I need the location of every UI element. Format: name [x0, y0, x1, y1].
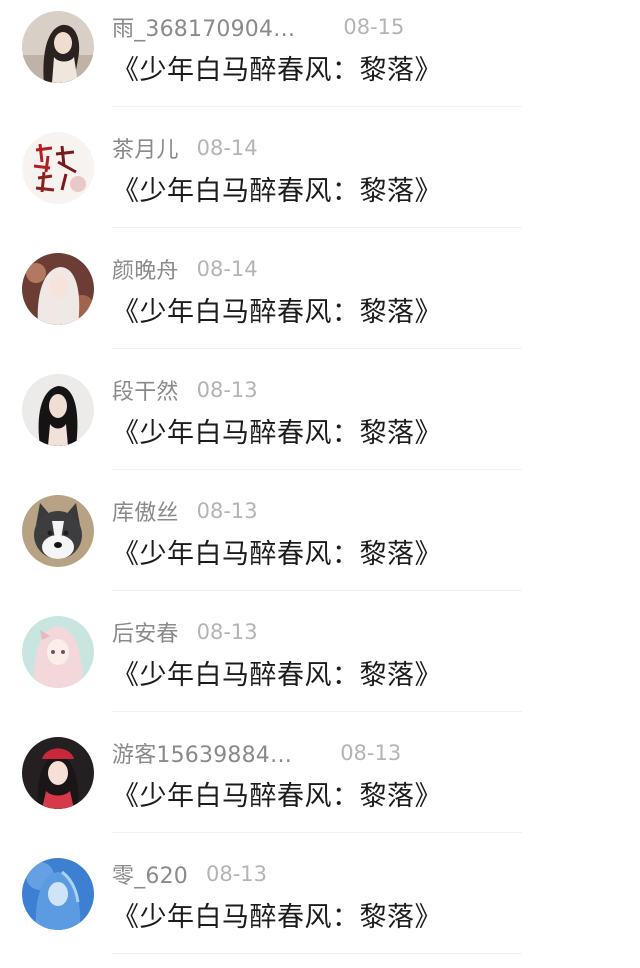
- avatar-girl-long-hair-icon: [22, 374, 94, 446]
- username[interactable]: 雨_368170904…: [112, 11, 295, 43]
- divider: [112, 469, 522, 470]
- avatar-anime-pink-hair-icon: [22, 616, 94, 688]
- username[interactable]: 库傲丝: [112, 495, 179, 527]
- comment-date: 08-14: [196, 257, 258, 281]
- comment-date: 08-15: [343, 15, 405, 39]
- comment-row[interactable]: 零_620 08-13 《少年白马醉春风：黎落》: [0, 847, 640, 968]
- avatar-anime-white-hair-icon: [22, 253, 94, 325]
- divider: [112, 227, 522, 228]
- avatar-husky-dog-icon: [22, 495, 94, 567]
- divider: [112, 953, 522, 954]
- avatar[interactable]: [22, 495, 94, 567]
- divider: [112, 832, 522, 833]
- avatar-girl-dark-hair-icon: [22, 11, 94, 83]
- username[interactable]: 颜晚舟: [112, 253, 179, 285]
- comment-text: 《少年白马醉春风：黎落》: [112, 902, 442, 933]
- comment-row[interactable]: 茶月儿 08-14 《少年白马醉春风：黎落》: [0, 121, 640, 242]
- comment-meta: 后安春 08-13: [112, 617, 258, 647]
- username[interactable]: 段干然: [112, 374, 179, 406]
- divider: [112, 590, 522, 591]
- username[interactable]: 后安春: [112, 616, 179, 648]
- comment-date: 08-13: [196, 499, 258, 523]
- comment-meta: 雨_368170904… 08-15: [112, 12, 404, 42]
- comment-text: 《少年白马醉春风：黎落》: [112, 418, 442, 449]
- avatar[interactable]: [22, 11, 94, 83]
- divider: [112, 106, 522, 107]
- avatar-blue-fantasy-icon: [22, 858, 94, 930]
- comment-row[interactable]: 后安春 08-13 《少年白马醉春风：黎落》: [0, 605, 640, 726]
- username[interactable]: 茶月儿: [112, 132, 179, 164]
- comment-meta: 颜晚舟 08-14: [112, 254, 258, 284]
- divider: [112, 711, 522, 712]
- avatar[interactable]: [22, 253, 94, 325]
- avatar-girl-red-hat-icon: [22, 737, 94, 809]
- divider: [112, 348, 522, 349]
- comment-date: 08-13: [196, 620, 258, 644]
- comment-meta: 段干然 08-13: [112, 375, 258, 405]
- comment-row[interactable]: 颜晚舟 08-14 《少年白马醉春风：黎落》: [0, 242, 640, 363]
- comment-meta: 游客15639884… 08-13: [112, 738, 401, 768]
- comment-date: 08-14: [196, 136, 258, 160]
- comment-row[interactable]: 雨_368170904… 08-15 《少年白马醉春风：黎落》: [0, 0, 640, 121]
- comment-text: 《少年白马醉春风：黎落》: [112, 176, 442, 207]
- comment-row[interactable]: 游客15639884… 08-13 《少年白马醉春风：黎落》: [0, 726, 640, 847]
- avatar[interactable]: [22, 737, 94, 809]
- avatar[interactable]: [22, 616, 94, 688]
- comment-row[interactable]: 库傲丝 08-13 《少年白马醉春风：黎落》: [0, 484, 640, 605]
- comment-text: 《少年白马醉春风：黎落》: [112, 297, 442, 328]
- avatar[interactable]: [22, 374, 94, 446]
- comment-text: 《少年白马醉春风：黎落》: [112, 55, 442, 86]
- username[interactable]: 游客15639884…: [112, 737, 292, 769]
- username[interactable]: 零_620: [112, 858, 188, 890]
- comment-meta: 库傲丝 08-13: [112, 496, 258, 526]
- comment-meta: 零_620 08-13: [112, 859, 267, 889]
- avatar[interactable]: [22, 858, 94, 930]
- avatar[interactable]: [22, 132, 94, 204]
- comment-date: 08-13: [340, 741, 402, 765]
- comment-text: 《少年白马醉春风：黎落》: [112, 781, 442, 812]
- comment-meta: 茶月儿 08-14: [112, 133, 258, 163]
- comment-date: 08-13: [206, 862, 268, 886]
- comment-text: 《少年白马醉春风：黎落》: [112, 660, 442, 691]
- comment-date: 08-13: [196, 378, 258, 402]
- comment-list: 雨_368170904… 08-15 《少年白马醉春风：黎落》 茶月儿 08-1…: [0, 0, 640, 968]
- comment-text: 《少年白马醉春风：黎落》: [112, 539, 442, 570]
- avatar-calligraphy-icon: [22, 132, 94, 204]
- comment-row[interactable]: 段干然 08-13 《少年白马醉春风：黎落》: [0, 363, 640, 484]
